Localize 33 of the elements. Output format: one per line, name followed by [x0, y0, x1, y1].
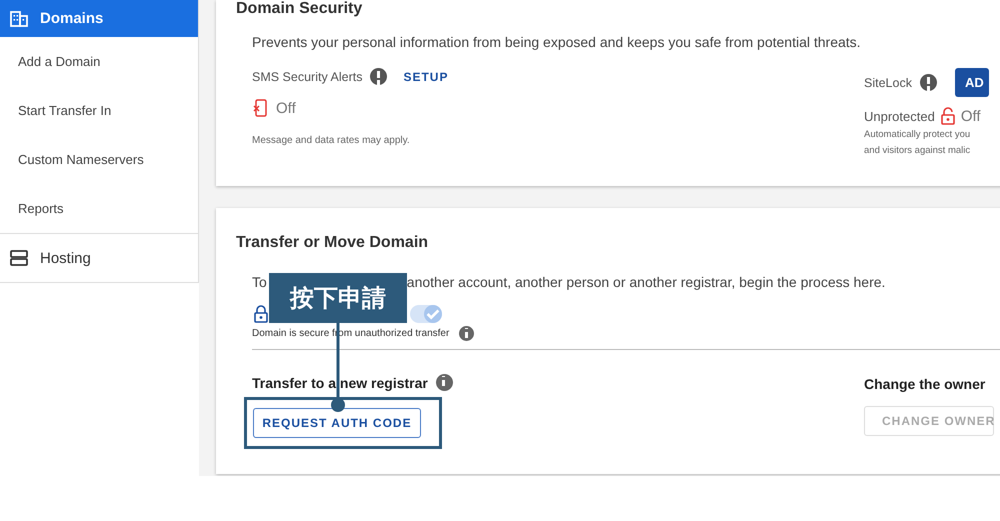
- callout-label: 按下申請: [269, 273, 407, 323]
- add-button[interactable]: AD: [954, 68, 989, 97]
- registrar-heading: Transfer to a new registrar: [252, 374, 428, 390]
- sms-alerts-label: SMS Security Alerts: [252, 70, 362, 84]
- card-title: Transfer or Move Domain: [236, 234, 430, 252]
- owner-heading: Change the owner: [864, 376, 986, 392]
- sidebar-section[interactable]: Domains: [0, 0, 198, 37]
- sitelock-note: and visitors against malic: [864, 144, 972, 157]
- sitelock-status: Off: [960, 108, 981, 124]
- sidebar-item[interactable]: Start Transfer In: [0, 86, 198, 135]
- server-icon: [10, 250, 28, 266]
- intro-text: another account, another person or another registrar, begin the process here.: [406, 274, 886, 290]
- sidebar-item[interactable]: Reports: [0, 184, 198, 233]
- warning-icon: [920, 74, 937, 91]
- setup-link[interactable]: SETUP: [403, 70, 448, 84]
- sms-status: Off: [276, 100, 296, 116]
- lock-toggle[interactable]: [410, 305, 442, 323]
- building-icon: [10, 10, 28, 26]
- card-description: Prevents your personal information from being exposed and keeps you safe from potential threats.: [252, 34, 862, 50]
- intro-text: To: [252, 274, 267, 290]
- sms-note: Message and data rates may apply.: [252, 135, 411, 146]
- warning-icon: [370, 68, 388, 85]
- card-title: Domain Security: [236, 0, 364, 18]
- padlock-icon: [254, 305, 268, 323]
- sitelock-note: Automatically protect you: [864, 128, 972, 141]
- sidebar-item[interactable]: Custom Nameservers: [0, 135, 198, 184]
- sitelock-label: SiteLock: [864, 76, 912, 90]
- sitelock-state: Unprotected: [864, 108, 935, 124]
- request-auth-code-button[interactable]: REQUEST AUTH CODE: [253, 408, 421, 438]
- sidebar-section[interactable]: Hosting: [0, 233, 198, 282]
- info-icon: [459, 326, 474, 341]
- info-icon: [436, 374, 453, 391]
- sidebar-item[interactable]: Add a Domain: [0, 37, 198, 86]
